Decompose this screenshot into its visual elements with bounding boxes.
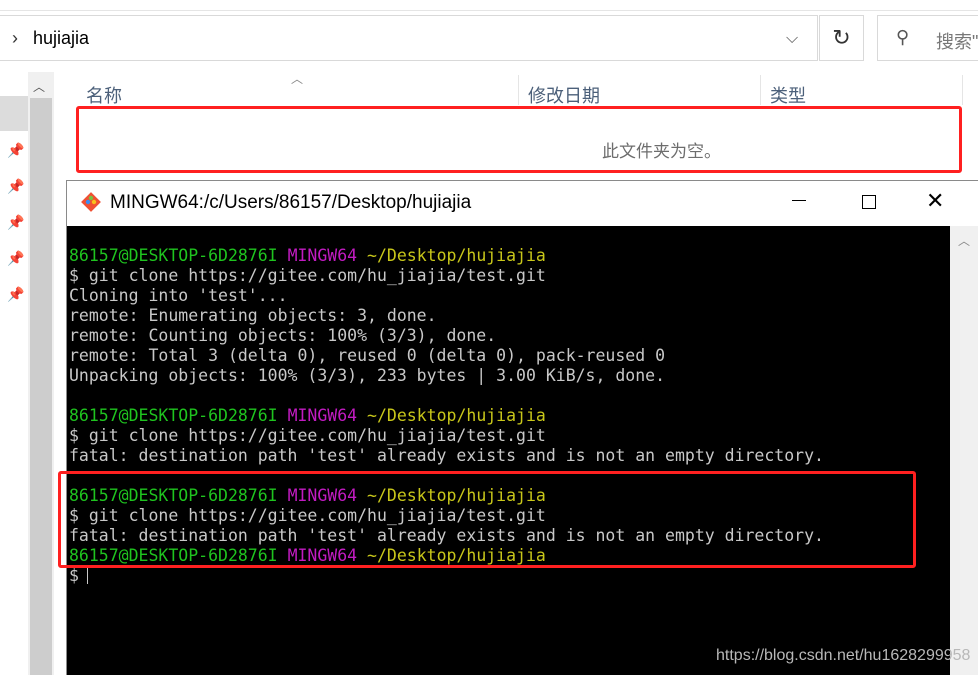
address-path[interactable]: hujiajia bbox=[33, 28, 89, 49]
divider bbox=[0, 10, 978, 11]
git-logo-icon bbox=[81, 192, 101, 212]
column-divider[interactable] bbox=[962, 75, 963, 105]
terminal-output-line: remote: Counting objects: 100% (3/3), do… bbox=[69, 326, 497, 345]
prompt-user: 86157@DESKTOP-6D2876I bbox=[69, 406, 278, 425]
maximize-icon[interactable] bbox=[862, 195, 876, 209]
scroll-up-icon[interactable]: ︿ bbox=[33, 78, 45, 95]
scroll-up-icon[interactable]: ︿ bbox=[958, 232, 970, 249]
prompt-path: ~/Desktop/hujiajia bbox=[367, 406, 546, 425]
pin-icon[interactable]: 📌 bbox=[7, 286, 24, 303]
prompt-shell: MINGW64 bbox=[287, 246, 358, 265]
pin-icon[interactable]: 📌 bbox=[7, 142, 24, 159]
sort-ascending-icon: ︿ bbox=[291, 72, 304, 86]
column-header-name[interactable]: 名称 bbox=[86, 82, 122, 108]
chevron-right-icon[interactable]: › bbox=[12, 28, 18, 49]
prompt-user: 86157@DESKTOP-6D2876I bbox=[69, 246, 278, 265]
column-header-modified[interactable]: 修改日期 bbox=[528, 82, 600, 108]
refresh-icon: ↻ bbox=[832, 25, 851, 50]
terminal-output-line: fatal: destination path 'test' already e… bbox=[69, 446, 824, 465]
terminal-prompt-line: 86157@DESKTOP-6D2876I MINGW64 ~/Desktop/… bbox=[69, 406, 824, 426]
terminal-output-line: $ git clone https://gitee.com/hu_jiajia/… bbox=[69, 426, 546, 445]
pin-icon[interactable]: 📌 bbox=[7, 250, 24, 267]
terminal-output-line: Cloning into 'test'... bbox=[69, 286, 288, 305]
prompt-path: ~/Desktop/hujiajia bbox=[367, 246, 546, 265]
text-cursor[interactable] bbox=[86, 567, 88, 584]
terminal-scrollbar[interactable] bbox=[950, 226, 978, 675]
pin-icon[interactable]: 📌 bbox=[7, 178, 24, 195]
highlight-box-empty-folder bbox=[76, 106, 962, 173]
address-bar[interactable] bbox=[0, 15, 818, 61]
prompt-shell: MINGW64 bbox=[287, 406, 358, 425]
terminal-output-line: remote: Total 3 (delta 0), reused 0 (del… bbox=[69, 346, 666, 365]
column-header-type[interactable]: 类型 bbox=[770, 82, 806, 108]
highlight-box-error bbox=[58, 471, 916, 568]
terminal-output-line: Unpacking objects: 100% (3/3), 233 bytes… bbox=[69, 366, 666, 385]
watermark: https://blog.csdn.net/hu1628299958 bbox=[716, 647, 971, 664]
prompt-symbol: $ bbox=[69, 566, 79, 585]
terminal-title: MINGW64:/c/Users/86157/Desktop/hujiajia bbox=[110, 192, 472, 213]
refresh-button[interactable]: ↻ bbox=[819, 15, 864, 61]
terminal-prompt-line: 86157@DESKTOP-6D2876I MINGW64 ~/Desktop/… bbox=[69, 246, 824, 266]
close-icon[interactable]: ✕ bbox=[926, 188, 944, 214]
terminal-input-line: $ bbox=[69, 566, 824, 586]
terminal-output-line: remote: Enumerating objects: 3, done. bbox=[69, 306, 437, 325]
column-divider[interactable] bbox=[518, 75, 519, 105]
minimize-icon[interactable] bbox=[792, 200, 806, 201]
nav-selected-item[interactable] bbox=[0, 96, 28, 131]
nav-scrollbar-thumb[interactable] bbox=[30, 98, 52, 675]
pin-icon[interactable]: 📌 bbox=[7, 214, 24, 231]
chevron-down-icon[interactable]: ⌵ bbox=[786, 30, 798, 48]
search-icon: ⚲ bbox=[896, 27, 910, 47]
search-placeholder: 搜索" bbox=[936, 32, 978, 52]
terminal-output-line: $ git clone https://gitee.com/hu_jiajia/… bbox=[69, 266, 546, 285]
column-divider[interactable] bbox=[760, 75, 761, 105]
